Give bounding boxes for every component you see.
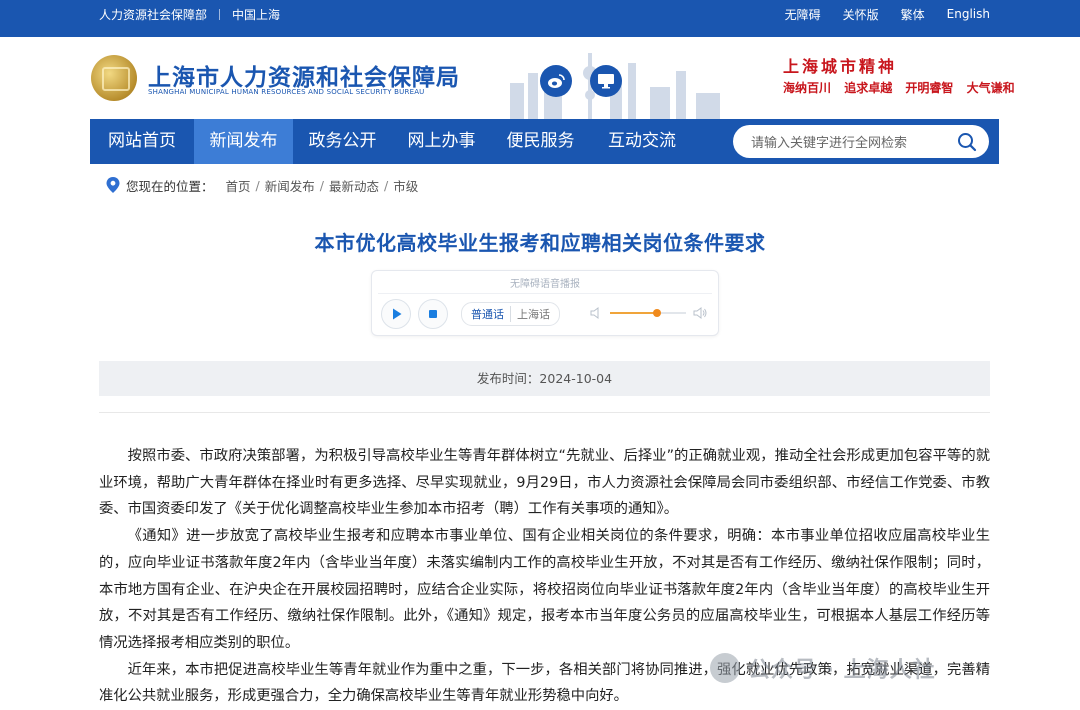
divider (219, 8, 221, 20)
link-traditional-chinese[interactable]: 繁体 (901, 6, 925, 23)
wechat-watermark: 公众号 · 上海人社 (710, 650, 1060, 686)
top-bar-left-links: 人力资源社会保障部 中国上海 (99, 0, 280, 28)
stop-button[interactable] (418, 299, 448, 329)
stop-icon (429, 310, 437, 318)
breadcrumb-home[interactable]: 首页 (226, 176, 251, 195)
publish-date-bar: 发布时间：2024-10-04 (99, 361, 990, 396)
desktop-button[interactable] (590, 65, 622, 97)
article-paragraph: 《通知》进一步放宽了高校毕业生报考和应聘本市事业单位、国有企业相关岗位的条件要求… (99, 528, 990, 651)
spirit-item: 追求卓越 (844, 81, 893, 95)
lang-shanghainese[interactable]: 上海话 (510, 306, 553, 322)
breadcrumb-news[interactable]: 新闻发布 (265, 176, 315, 195)
org-name-en: SHANGHAI MUNICIPAL HUMAN RESOURCES AND S… (148, 88, 425, 96)
breadcrumb-latest[interactable]: 最新动态 (329, 176, 379, 195)
breadcrumb: 您现在的位置： 首页 / 新闻发布 / 最新动态 / 市级 (106, 176, 418, 194)
search-icon[interactable] (957, 132, 977, 152)
publish-date-label: 发布时间： (476, 371, 540, 386)
weibo-button[interactable] (540, 65, 572, 97)
nav-item-public-services[interactable]: 便民服务 (491, 119, 590, 164)
publish-date: 2024-10-04 (539, 371, 613, 386)
article-paragraph: 按照市委、市政府决策部署，为积极引导高校毕业生等青年群体树立“先就业、后择业”的… (99, 448, 990, 518)
volume-high-icon (693, 307, 707, 319)
play-icon (393, 308, 402, 320)
city-spirit-title: 上海城市精神 (783, 57, 898, 76)
breadcrumb-separator: / (319, 177, 324, 193)
org-name-cn[interactable]: 上海市人力资源和社会保障局 (148, 58, 460, 92)
search-input[interactable] (749, 131, 953, 154)
lang-mandarin[interactable]: 普通话 (468, 306, 507, 322)
site-search (733, 125, 989, 158)
link-china-shanghai[interactable]: 中国上海 (232, 6, 280, 23)
player-divider (378, 293, 712, 294)
nav-item-home[interactable]: 网站首页 (90, 119, 194, 164)
top-bar: 人力资源社会保障部 中国上海 无障碍 关怀版 繁体 English (0, 0, 1080, 37)
monitor-icon (598, 74, 614, 89)
nav-item-gov-affairs[interactable]: 政务公开 (293, 119, 392, 164)
player-title: 无障碍语音播报 (510, 279, 580, 290)
content-divider (99, 412, 990, 413)
breadcrumb-municipal[interactable]: 市级 (393, 176, 418, 195)
breadcrumb-separator: / (255, 177, 260, 193)
link-mohrss[interactable]: 人力资源社会保障部 (99, 6, 207, 23)
breadcrumb-label: 您现在的位置： (126, 178, 214, 194)
nav-item-news[interactable]: 新闻发布 (194, 119, 293, 164)
volume-low-icon (590, 307, 599, 319)
link-care-mode[interactable]: 关怀版 (843, 6, 879, 23)
volume-slider[interactable] (610, 309, 686, 317)
nav-item-online-services[interactable]: 网上办事 (392, 119, 491, 164)
site-header: 上海市人力资源和社会保障局 SHANGHAI MUNICIPAL HUMAN R… (0, 37, 1080, 119)
main-nav: 网站首页 新闻发布 政务公开 网上办事 便民服务 互动交流 (90, 119, 999, 164)
bureau-emblem-logo[interactable] (91, 55, 137, 101)
volume-slider-fill (610, 312, 658, 314)
weibo-icon (548, 74, 565, 88)
language-toggle: 普通话 上海话 (461, 302, 560, 326)
city-spirit-items: 海纳百川 追求卓越 开明睿智 大气谦和 (783, 79, 1024, 96)
spirit-item: 海纳百川 (783, 81, 832, 95)
link-accessibility[interactable]: 无障碍 (785, 6, 821, 23)
wechat-account-icon (710, 653, 740, 683)
nav-item-interaction[interactable]: 互动交流 (590, 119, 694, 164)
top-bar-right-links: 无障碍 关怀版 繁体 English (763, 0, 990, 28)
play-button[interactable] (381, 299, 411, 329)
location-pin-icon (106, 177, 120, 193)
article-title: 本市优化高校毕业生报考和应聘相关岗位条件要求 (314, 231, 766, 255)
watermark-text: 公众号 · 上海人社 (748, 658, 936, 683)
spirit-item: 大气谦和 (966, 81, 1015, 95)
link-english[interactable]: English (947, 7, 990, 21)
breadcrumb-separator: / (384, 177, 389, 193)
spirit-item: 开明睿智 (905, 81, 954, 95)
